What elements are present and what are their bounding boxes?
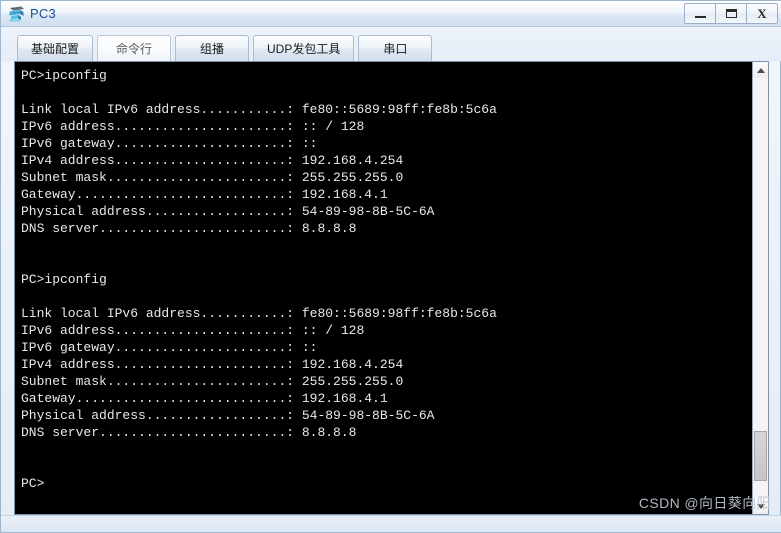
scroll-up-arrow[interactable] bbox=[753, 62, 768, 78]
window-title-bar: PC3 X bbox=[1, 1, 781, 27]
application-root: PC3 X 基础配置 命令行 组播 UDP发包工具 串口 PC>ipconfig… bbox=[0, 0, 781, 533]
tab-serial-port[interactable]: 串口 bbox=[358, 35, 433, 61]
pc3-window: PC3 X 基础配置 命令行 组播 UDP发包工具 串口 PC>ipconfig… bbox=[0, 0, 781, 533]
terminal-line: Physical address..................: 54-8… bbox=[21, 408, 435, 423]
window-controls: X bbox=[684, 3, 778, 25]
close-icon: X bbox=[757, 6, 767, 21]
tab-multicast[interactable]: 组播 bbox=[175, 35, 250, 61]
terminal-line: IPv6 address......................: :: /… bbox=[21, 119, 365, 134]
chevron-down-icon bbox=[756, 503, 765, 509]
terminal-line: PC>ipconfig bbox=[21, 272, 107, 287]
console-panel: PC>ipconfig Link local IPv6 address.....… bbox=[14, 61, 769, 515]
maximize-icon bbox=[725, 9, 737, 18]
terminal-line: Link local IPv6 address...........: fe80… bbox=[21, 306, 497, 321]
terminal-line: PC> bbox=[21, 476, 45, 491]
console-scrollbar[interactable] bbox=[752, 62, 768, 514]
minimize-icon bbox=[694, 15, 706, 18]
terminal-line: IPv6 gateway......................: :: bbox=[21, 340, 318, 355]
tab-udp-tool[interactable]: UDP发包工具 bbox=[253, 35, 355, 61]
terminal-output[interactable]: PC>ipconfig Link local IPv6 address.....… bbox=[15, 62, 752, 514]
chevron-up-icon bbox=[756, 67, 765, 73]
tab-label: 组播 bbox=[200, 42, 225, 56]
terminal-line: Gateway...........................: 192.… bbox=[21, 391, 388, 406]
maximize-button[interactable] bbox=[715, 3, 747, 24]
pc-device-icon bbox=[7, 5, 27, 23]
status-bar bbox=[1, 515, 781, 532]
terminal-line: IPv4 address......................: 192.… bbox=[21, 153, 404, 168]
terminal-line: IPv6 gateway......................: :: bbox=[21, 136, 318, 151]
terminal-line: Link local IPv6 address...........: fe80… bbox=[21, 102, 497, 117]
tab-command-line[interactable]: 命令行 bbox=[97, 35, 172, 61]
terminal-line: Gateway...........................: 192.… bbox=[21, 187, 388, 202]
terminal-line: DNS server........................: 8.8.… bbox=[21, 425, 357, 440]
terminal-line: PC>ipconfig bbox=[21, 68, 107, 83]
close-button[interactable]: X bbox=[746, 3, 778, 24]
terminal-line: IPv4 address......................: 192.… bbox=[21, 357, 404, 372]
terminal-line: Physical address..................: 54-8… bbox=[21, 204, 435, 219]
tab-basic-config[interactable]: 基础配置 bbox=[17, 35, 94, 61]
terminal-line: Subnet mask.......................: 255.… bbox=[21, 374, 404, 389]
tab-label: 基础配置 bbox=[31, 42, 80, 56]
terminal-line: IPv6 address......................: :: /… bbox=[21, 323, 365, 338]
tab-label: 命令行 bbox=[116, 42, 153, 56]
tab-bar: 基础配置 命令行 组播 UDP发包工具 串口 bbox=[1, 27, 781, 61]
tab-label: UDP发包工具 bbox=[267, 42, 341, 56]
window-title: PC3 bbox=[30, 6, 56, 21]
terminal-line: DNS server........................: 8.8.… bbox=[21, 221, 357, 236]
scrollbar-thumb[interactable] bbox=[754, 431, 767, 481]
tab-label: 串口 bbox=[383, 42, 408, 56]
minimize-button[interactable] bbox=[684, 3, 716, 24]
terminal-line: Subnet mask.......................: 255.… bbox=[21, 170, 404, 185]
scroll-down-arrow[interactable] bbox=[753, 498, 768, 514]
